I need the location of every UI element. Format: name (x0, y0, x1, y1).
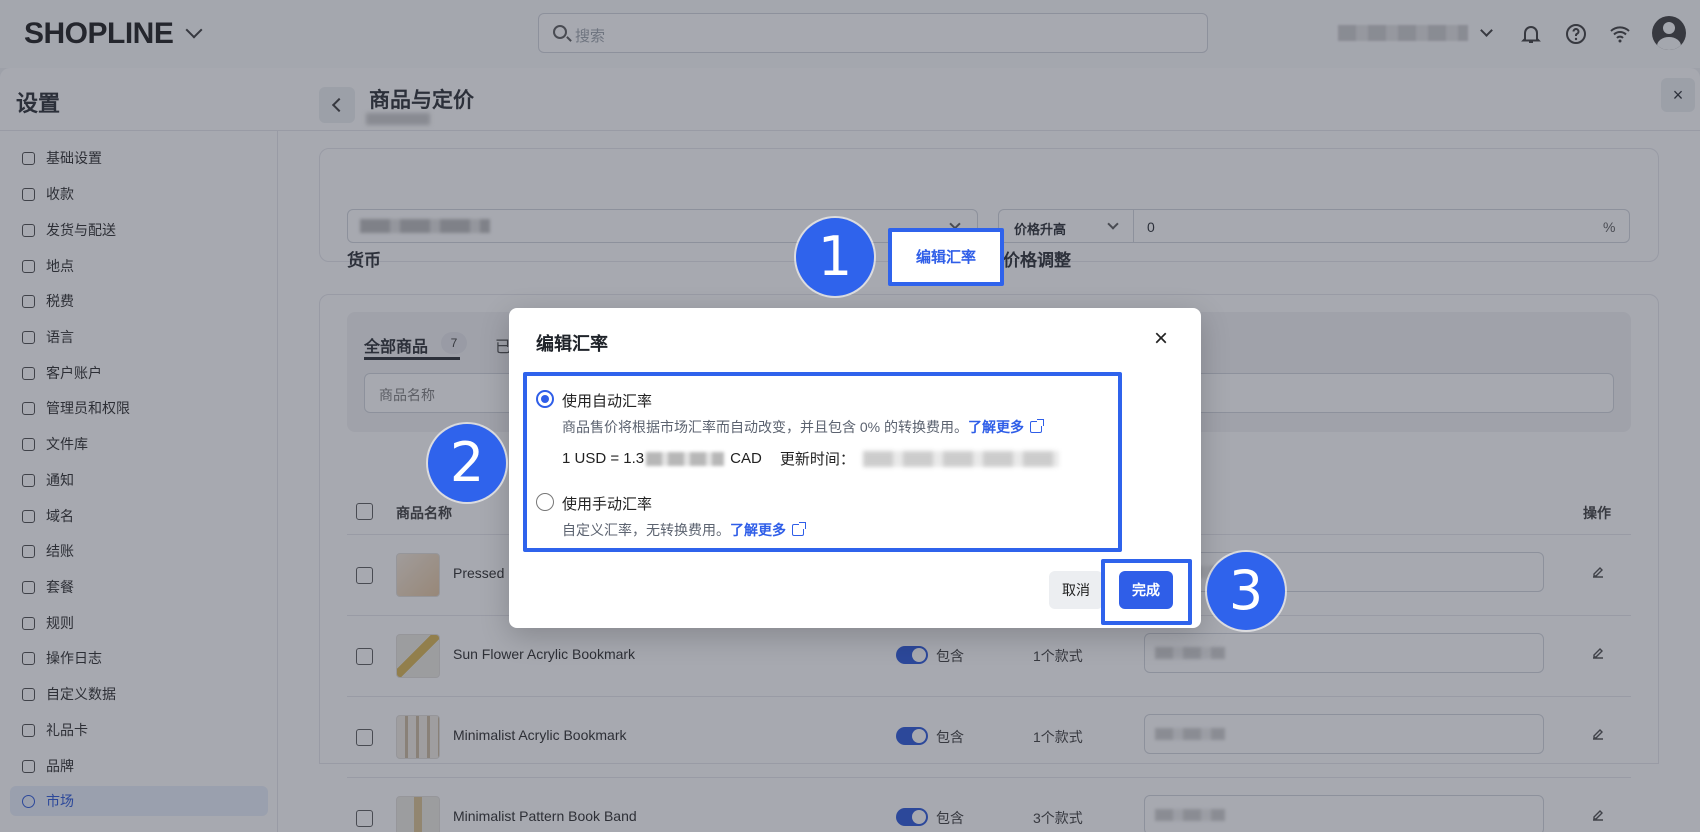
dialog-title: 编辑汇率 (536, 334, 608, 354)
close-icon[interactable]: × (1150, 327, 1172, 351)
cancel-button[interactable]: 取消 (1049, 571, 1103, 609)
step-marker-2: 2 (428, 424, 506, 502)
highlight-box-rate-options (523, 372, 1122, 552)
highlight-box-done (1101, 559, 1192, 625)
step-marker-3: 3 (1207, 552, 1285, 630)
highlight-box-edit-rate (888, 228, 1004, 286)
step-marker-1: 1 (796, 218, 874, 296)
